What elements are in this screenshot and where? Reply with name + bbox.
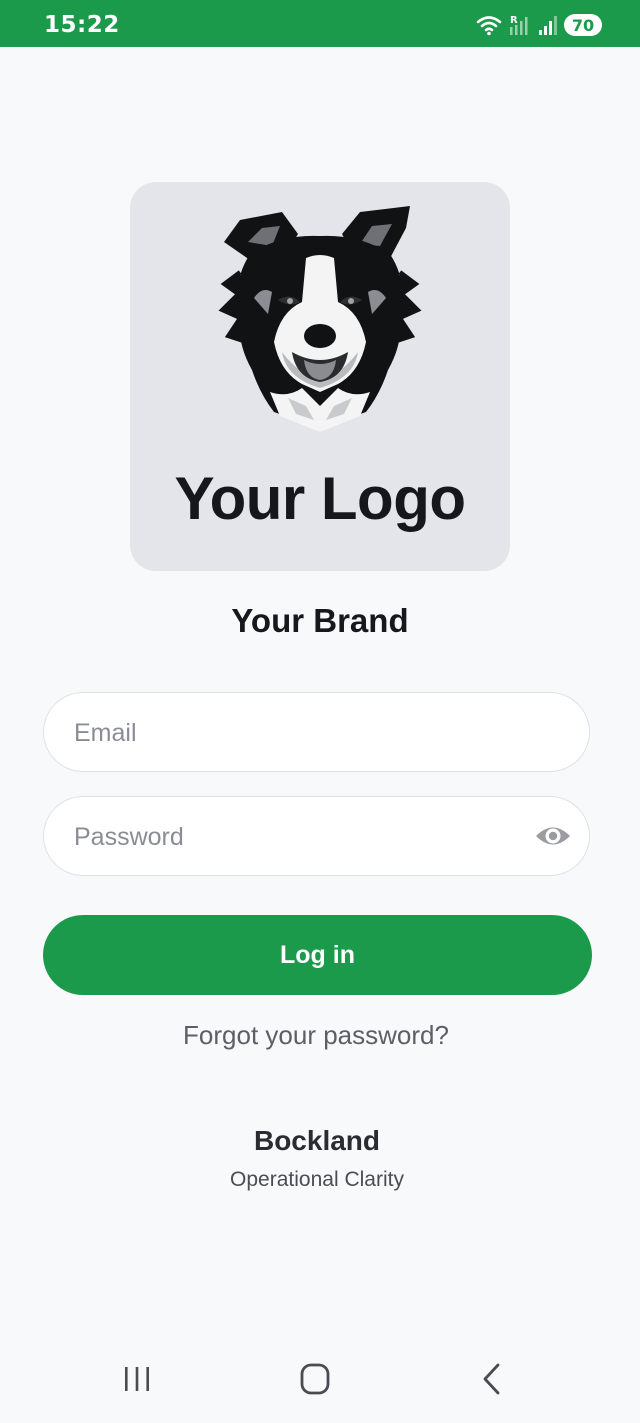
dog-logo-icon xyxy=(218,206,422,432)
system-nav-bar xyxy=(0,1340,640,1423)
recent-apps-icon[interactable] xyxy=(107,1354,167,1404)
logo-card: Your Logo xyxy=(130,182,510,571)
password-field[interactable] xyxy=(43,796,590,877)
brand-name: Your Brand xyxy=(231,602,409,639)
password-input[interactable] xyxy=(72,797,516,877)
signal-icon-2 xyxy=(539,16,557,35)
forgot-password-link[interactable]: Forgot your password? xyxy=(0,1020,632,1051)
status-bar: 15:22 R 70 xyxy=(0,0,640,47)
battery-indicator: 70 xyxy=(564,14,602,36)
home-icon[interactable] xyxy=(285,1354,345,1404)
network-label: R xyxy=(510,15,518,26)
email-input[interactable] xyxy=(72,693,516,773)
status-time: 15:22 xyxy=(44,12,120,38)
login-button[interactable]: Log in xyxy=(43,915,592,995)
signal-icon-1: R xyxy=(510,15,528,35)
status-icons: R 70 xyxy=(476,13,602,37)
email-field[interactable] xyxy=(43,692,590,773)
back-icon[interactable] xyxy=(462,1354,522,1404)
logo-text: Your Logo xyxy=(174,465,467,532)
footer-tagline: Operational Clarity xyxy=(230,1168,404,1191)
footer-company-name: Bockland xyxy=(253,1125,381,1156)
wifi-icon xyxy=(476,16,502,36)
eye-icon[interactable] xyxy=(534,821,572,851)
